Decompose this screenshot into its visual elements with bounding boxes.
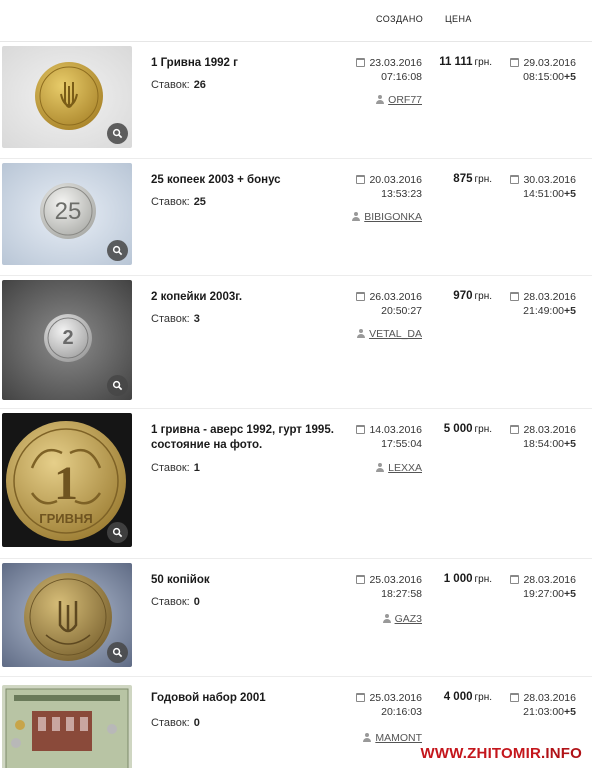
- seller-link[interactable]: GAZ3: [352, 613, 422, 625]
- svg-text:1: 1: [54, 457, 78, 510]
- calendar-icon: [510, 175, 520, 184]
- end-datetime: 29.03.2016 08:15:00+5: [504, 56, 576, 84]
- list-header: СОЗДАНО ЦЕНА: [0, 0, 592, 42]
- created-datetime: 20.03.2016 13:53:23: [354, 173, 422, 201]
- lot-row[interactable]: 25 25 копеек 2003 + бонус Ставок: 25 20.0…: [0, 159, 592, 276]
- user-icon: [363, 733, 372, 742]
- lot-row[interactable]: 1 Гривна 1992 г Ставок: 26 23.03.2016 07:1…: [0, 42, 592, 159]
- lot-price: 5 000 грн.: [443, 423, 492, 435]
- lot-title[interactable]: 1 Гривна 1992 г: [151, 56, 341, 71]
- price-column-header[interactable]: ЦЕНА: [445, 14, 472, 24]
- lot-thumbnail[interactable]: [2, 46, 132, 148]
- lot-price: 1 000 грн.: [443, 573, 492, 585]
- user-icon: [352, 212, 361, 221]
- zoom-icon[interactable]: [107, 375, 128, 396]
- created-datetime: 14.03.2016 17:55:04: [354, 423, 422, 451]
- lot-row[interactable]: 50 копійок Ставок: 0 25.03.2016 18:27:58 G…: [0, 559, 592, 677]
- lot-price: 970 грн.: [453, 290, 492, 302]
- created-datetime: 25.03.2016 18:27:58: [354, 573, 422, 601]
- calendar-icon: [356, 693, 366, 702]
- end-datetime: 28.03.2016 21:03:00+5: [504, 691, 576, 719]
- lot-price: 11 111 грн.: [439, 56, 492, 68]
- lot-row[interactable]: 2 2 копейки 2003г. Ставок: 3 26.03.2016 20…: [0, 276, 592, 409]
- lot-thumbnail[interactable]: 1 ГРИВНЯ: [2, 413, 132, 547]
- calendar-icon: [356, 425, 366, 434]
- lot-title[interactable]: 25 копеек 2003 + бонус: [151, 173, 341, 188]
- lot-thumbnail[interactable]: [2, 563, 132, 667]
- svg-text:2: 2: [62, 327, 73, 349]
- calendar-icon: [510, 693, 520, 702]
- bid-count: Ставок: 0: [151, 717, 200, 729]
- bid-count: Ставок: 26: [151, 79, 206, 91]
- user-icon: [382, 614, 391, 623]
- site-watermark: WWW.ZHITOMIR.INFO: [420, 745, 582, 762]
- calendar-icon: [510, 292, 520, 301]
- user-icon: [357, 329, 366, 338]
- zoom-icon[interactable]: [107, 642, 128, 663]
- bid-count: Ставок: 25: [151, 196, 206, 208]
- user-icon: [376, 95, 385, 104]
- calendar-icon: [356, 292, 366, 301]
- created-column-header[interactable]: СОЗДАНО: [376, 14, 423, 24]
- lot-title[interactable]: 2 копейки 2003г.: [151, 290, 341, 305]
- calendar-icon: [510, 425, 520, 434]
- lot-title[interactable]: 50 копійок: [151, 573, 341, 588]
- created-datetime: 23.03.2016 07:16:08: [354, 56, 422, 84]
- svg-text:ГРИВНЯ: ГРИВНЯ: [39, 511, 93, 526]
- bid-count: Ставок: 0: [151, 596, 200, 608]
- lot-title[interactable]: Годовой набор 2001: [151, 691, 341, 706]
- seller-link[interactable]: VETAL_DA: [352, 328, 422, 340]
- calendar-icon: [356, 58, 366, 67]
- user-icon: [376, 463, 385, 472]
- bid-count: Ставок: 1: [151, 462, 200, 474]
- zoom-icon[interactable]: [107, 123, 128, 144]
- calendar-icon: [510, 58, 520, 67]
- created-datetime: 26.03.2016 20:50:27: [354, 290, 422, 318]
- calendar-icon: [510, 575, 520, 584]
- seller-link[interactable]: LEXXA: [352, 462, 422, 474]
- lot-row[interactable]: 1 ГРИВНЯ 1 гривна - аверс 1992, гурт 199…: [0, 409, 592, 559]
- lot-price: 4 000 грн.: [443, 691, 492, 703]
- end-datetime: 30.03.2016 14:51:00+5: [504, 173, 576, 201]
- calendar-icon: [356, 575, 366, 584]
- lot-thumbnail[interactable]: 2: [2, 280, 132, 400]
- lot-title[interactable]: 1 гривна - аверс 1992, гурт 1995. состоя…: [151, 423, 341, 453]
- zoom-icon[interactable]: [107, 522, 128, 543]
- zoom-icon[interactable]: [107, 240, 128, 261]
- lot-thumbnail[interactable]: [2, 685, 132, 768]
- svg-text:25: 25: [55, 198, 82, 225]
- lot-thumbnail[interactable]: 25: [2, 163, 132, 265]
- bid-count: Ставок: 3: [151, 313, 200, 325]
- end-datetime: 28.03.2016 18:54:00+5: [504, 423, 576, 451]
- coin-image: [2, 685, 132, 768]
- lot-price: 875 грн.: [453, 173, 492, 185]
- created-datetime: 25.03.2016 20:16:03: [354, 691, 422, 719]
- end-datetime: 28.03.2016 19:27:00+5: [504, 573, 576, 601]
- calendar-icon: [356, 175, 366, 184]
- seller-link[interactable]: MAMONT: [352, 732, 422, 744]
- end-datetime: 28.03.2016 21:49:00+5: [504, 290, 576, 318]
- seller-link[interactable]: BIBIGONKA: [352, 211, 422, 223]
- seller-link[interactable]: ORF77: [352, 94, 422, 106]
